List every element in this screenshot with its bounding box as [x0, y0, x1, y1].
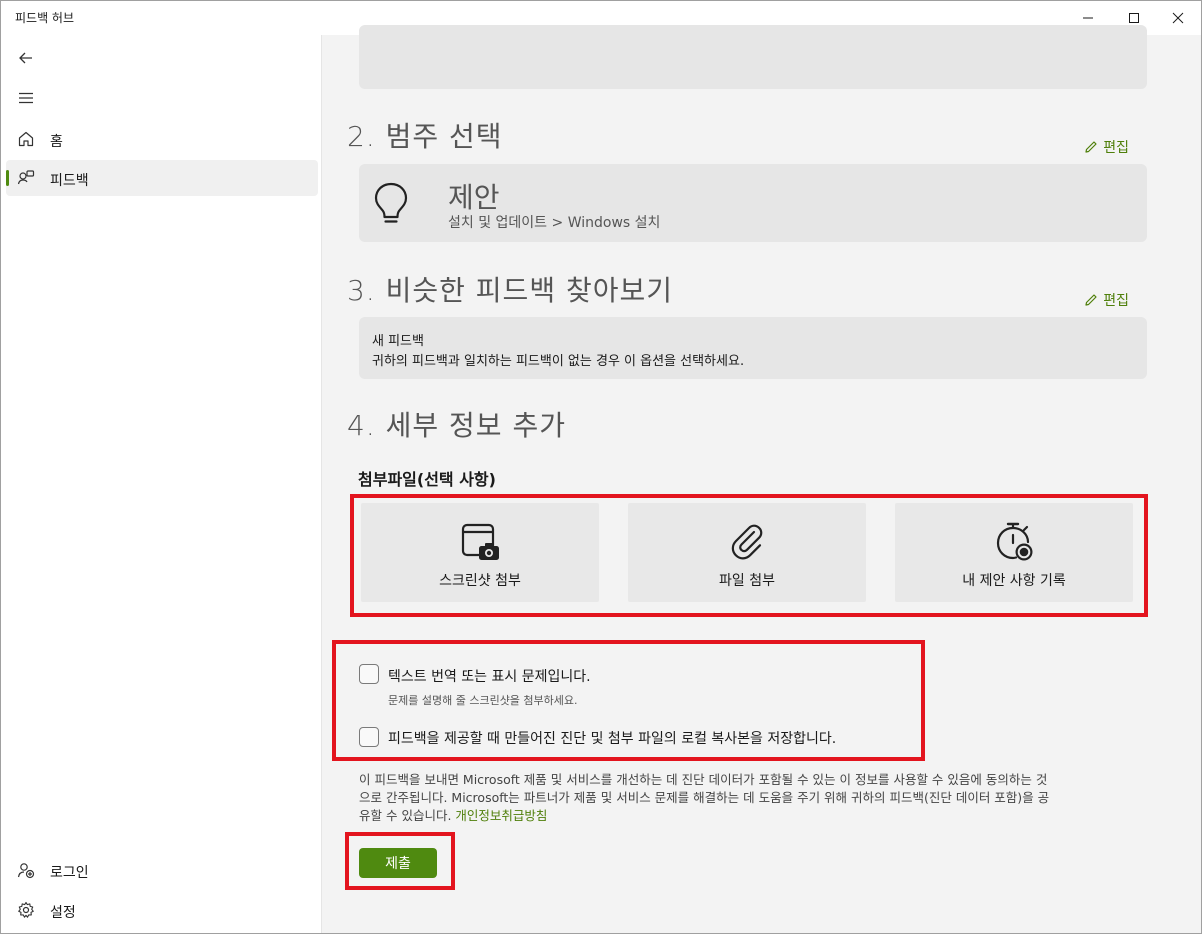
new-feedback-description: 귀하의 피드백과 일치하는 피드백이 없는 경우 이 옵션을 선택하세요.: [372, 354, 745, 369]
section-3-title: 3. 비슷한 피드백 찾아보기: [347, 274, 674, 307]
sidebar-item-label: 로그인: [50, 865, 89, 881]
record-icon: [996, 522, 1033, 561]
sidebar-item-label: 홈: [50, 134, 63, 150]
previous-section-card: [359, 25, 1147, 89]
selection-indicator: [6, 170, 9, 186]
category-path: 설치 및 업데이트 > Windows 설치: [448, 215, 661, 231]
screenshot-icon: [461, 523, 499, 560]
save-local-copy-label: 피드백을 제공할 때 만들어진 진단 및 첨부 파일의 로컬 복사본을 저장합니…: [388, 731, 837, 747]
consent-line-3-text: 유할 수 있습니다.: [359, 808, 452, 823]
attach-file-button[interactable]: 파일 첨부: [628, 503, 866, 602]
menu-button[interactable]: [13, 85, 39, 111]
edit-category-link[interactable]: 편집: [1083, 137, 1129, 157]
attach-tile-label: 스크린샷 첨부: [439, 573, 521, 589]
consent-line-1: 이 피드백을 보내면 Microsoft 제품 및 서비스를 개선하는 데 진단…: [359, 772, 1048, 787]
pencil-icon: [1085, 141, 1097, 153]
sidebar-item-feedback[interactable]: 피드백: [6, 160, 318, 196]
consent-text: 이 피드백을 보내면 Microsoft 제품 및 서비스를 개선하는 데 진단…: [359, 771, 1159, 825]
consent-line-3: 유할 수 있습니다. 개인정보취급방침: [359, 807, 1159, 825]
sidebar: 홈 피드백 로그인 설정: [1, 35, 322, 933]
consent-line-2: 으로 간주됩니다. Microsoft는 파트너가 제품 및 서비스 문제를 해…: [359, 790, 1050, 805]
translation-issue-label: 텍스트 번역 또는 표시 문제입니다.: [388, 669, 591, 685]
edit-similar-feedback-link[interactable]: 편집: [1083, 290, 1129, 310]
feedback-hub-window: 피드백 허브 홈 피드백 로그인 설정 2. 범주 선택 편집 제안 설치 및 …: [0, 0, 1202, 934]
sidebar-item-label: 피드백: [50, 173, 89, 189]
lightbulb-icon: [374, 182, 408, 223]
submit-button[interactable]: 제출: [359, 848, 437, 878]
pencil-icon: [1085, 294, 1097, 306]
maximize-icon: [1129, 13, 1139, 23]
main-content: 2. 범주 선택 편집 제안 설치 및 업데이트 > Windows 설치 3.…: [323, 25, 1201, 933]
section-2-title: 2. 범주 선택: [347, 120, 503, 153]
record-suggestion-button[interactable]: 내 제안 사항 기록: [895, 503, 1133, 602]
new-feedback-title: 새 피드백: [372, 334, 424, 349]
translation-issue-checkbox[interactable]: [359, 664, 379, 684]
back-arrow-icon: [19, 52, 32, 64]
attach-screenshot-button[interactable]: 스크린샷 첨부: [361, 503, 599, 602]
paperclip-icon: [731, 524, 763, 560]
back-button[interactable]: [13, 45, 39, 71]
window-title: 피드백 허브: [15, 11, 75, 25]
edit-label: 편집: [1103, 293, 1129, 309]
attach-tile-label: 내 제안 사항 기록: [962, 573, 1066, 589]
category-card[interactable]: 제안 설치 및 업데이트 > Windows 설치: [359, 164, 1147, 242]
sidebar-item-label: 설정: [50, 905, 76, 921]
gear-icon: [18, 901, 34, 918]
sidebar-item-sign-in[interactable]: 로그인: [6, 852, 318, 888]
minimize-icon: [1083, 17, 1093, 19]
sign-in-icon: [17, 863, 35, 879]
section-4-title: 4. 세부 정보 추가: [347, 409, 566, 442]
close-button[interactable]: [1155, 1, 1201, 35]
feedback-icon: [17, 170, 35, 185]
attachments-heading: 첨부파일(선택 사항): [358, 470, 496, 489]
edit-label: 편집: [1103, 140, 1129, 156]
save-local-copy-checkbox[interactable]: [359, 727, 379, 747]
attach-tile-label: 파일 첨부: [719, 573, 775, 589]
close-icon: [1172, 12, 1184, 24]
home-icon: [18, 131, 34, 147]
similar-feedback-card[interactable]: 새 피드백 귀하의 피드백과 일치하는 피드백이 없는 경우 이 옵션을 선택하…: [359, 317, 1147, 379]
privacy-policy-link[interactable]: 개인정보취급방침: [455, 808, 547, 823]
translation-issue-hint: 문제를 설명해 줄 스크린샷을 첨부하세요.: [388, 694, 578, 707]
category-name: 제안: [448, 181, 500, 214]
sidebar-item-home[interactable]: 홈: [6, 121, 318, 157]
sidebar-item-settings[interactable]: 설정: [6, 892, 318, 928]
hamburger-icon: [19, 92, 33, 104]
